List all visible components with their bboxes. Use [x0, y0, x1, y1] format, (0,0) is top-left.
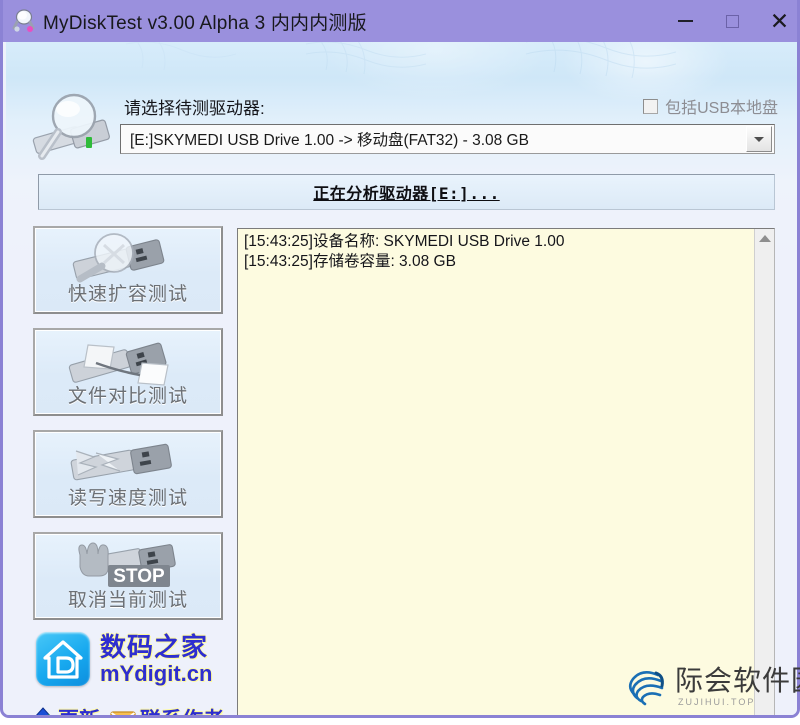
- maximize-button[interactable]: [709, 0, 756, 42]
- button-label: 文件对比测试: [67, 386, 188, 407]
- background-leaf-texture: [526, 42, 676, 79]
- window-controls: ✕: [662, 0, 797, 42]
- chevron-down-icon[interactable]: [746, 126, 772, 152]
- drive-select-value: [E:]SKYMEDI USB Drive 1.00 -> 移动盘(FAT32)…: [130, 132, 529, 149]
- checkbox-label: 包括USB本地盘: [665, 100, 778, 117]
- brand-name-en: mYdigit.cn: [100, 660, 213, 686]
- usb-files-icon: [36, 335, 220, 387]
- include-usb-local-disk-checkbox[interactable]: 包括USB本地盘: [643, 94, 778, 118]
- update-link-label: 更新: [58, 704, 100, 715]
- button-label: 快速扩容测试: [67, 284, 188, 305]
- background-leaf-texture: [306, 42, 426, 75]
- update-link[interactable]: 更新: [32, 704, 100, 715]
- background-leaf-texture: [126, 42, 236, 71]
- drive-prompt-label: 请选择待测驱动器:: [124, 99, 265, 118]
- maximize-icon: [726, 14, 739, 28]
- log-output-panel[interactable]: [15:43:25]设备名称: SKYMEDI USB Drive 1.00 […: [237, 228, 775, 715]
- client-area: 请选择待测驱动器: 包括USB本地盘 [E:]SKYMEDI USB Drive…: [6, 42, 797, 715]
- drive-select[interactable]: [E:]SKYMEDI USB Drive 1.00 -> 移动盘(FAT32)…: [120, 124, 775, 154]
- watermark-name-cn: 际会软件园: [675, 665, 800, 696]
- log-line: [15:43:25]设备名称: SKYMEDI USB Drive 1.00: [244, 233, 565, 250]
- magnifier-usb-icon: [28, 90, 120, 168]
- button-label: 取消当前测试: [67, 590, 188, 611]
- button-label: 读写速度测试: [67, 488, 188, 509]
- mydigit-house-d-icon: [36, 632, 90, 686]
- status-bar: 正在分析驱动器[E:]...: [38, 174, 775, 210]
- cancel-current-test-button[interactable]: STOP 取消当前测试: [33, 532, 223, 620]
- usb-speed-icon: [36, 437, 220, 489]
- watermark-name-en: ZUJIHUI.TOP: [678, 697, 756, 707]
- brand-name-cn: 数码之家: [100, 631, 209, 662]
- contact-author-link[interactable]: 联系作者: [110, 704, 224, 715]
- magnifier-disk-icon: [11, 8, 37, 34]
- screenshot-root: MyDiskTest v3.00 Alpha 3 内内内测版 ✕ 请选择待测驱动…: [0, 0, 800, 725]
- log-scrollbar[interactable]: [754, 229, 774, 715]
- log-line: [15:43:25]存储卷容量: 3.08 GB: [244, 253, 456, 270]
- footer-links: 更新 联系作者: [32, 704, 224, 715]
- up-arrow-icon: [36, 707, 51, 715]
- status-text: 正在分析驱动器[E:]...: [313, 184, 500, 203]
- scroll-up-arrow-icon[interactable]: [755, 229, 774, 248]
- brand-logo[interactable]: 数码之家 mYdigit.cn: [36, 632, 212, 686]
- watermark: 际会软件园 ZUJIHUI.TOP: [624, 666, 800, 708]
- usb-stop-icon: STOP: [36, 539, 220, 591]
- application-window: MyDiskTest v3.00 Alpha 3 内内内测版 ✕ 请选择待测驱动…: [0, 0, 800, 718]
- file-compare-test-button[interactable]: 文件对比测试: [33, 328, 223, 416]
- usb-magnifier-icon: [36, 233, 220, 285]
- close-button[interactable]: ✕: [756, 0, 797, 42]
- stop-badge-text: STOP: [113, 566, 165, 587]
- envelope-icon: [110, 711, 136, 715]
- quick-capacity-test-button[interactable]: 快速扩容测试: [33, 226, 223, 314]
- close-icon: ✕: [769, 7, 790, 34]
- title-bar: MyDiskTest v3.00 Alpha 3 内内内测版 ✕: [3, 0, 797, 42]
- read-write-speed-test-button[interactable]: 读写速度测试: [33, 430, 223, 518]
- checkbox-box[interactable]: [643, 98, 659, 114]
- minimize-icon: [678, 20, 693, 22]
- contact-author-link-label: 联系作者: [140, 704, 224, 715]
- globe-swirl-icon: [628, 670, 664, 706]
- minimize-button[interactable]: [662, 0, 709, 42]
- window-title: MyDiskTest v3.00 Alpha 3 内内内测版: [43, 12, 367, 34]
- log-lines: [15:43:25]设备名称: SKYMEDI USB Drive 1.00 […: [244, 232, 752, 272]
